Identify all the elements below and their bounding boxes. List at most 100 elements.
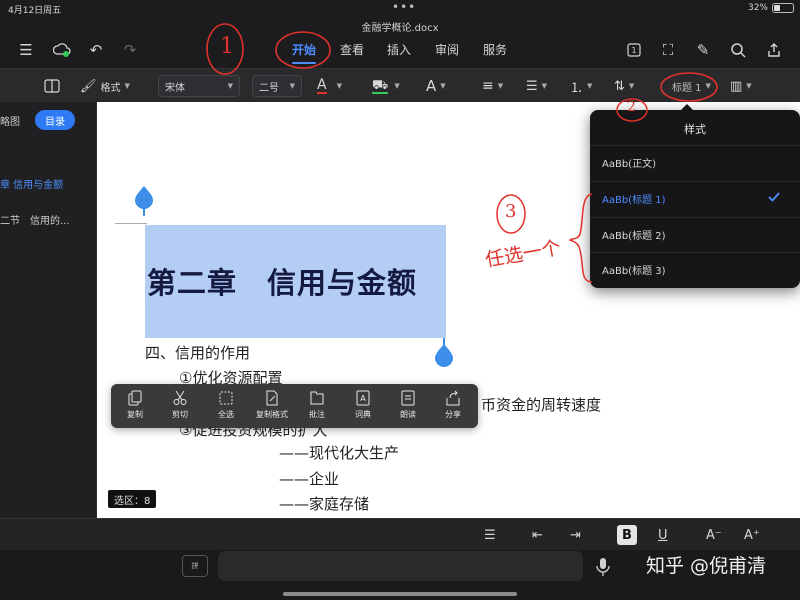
- search-icon[interactable]: [728, 40, 748, 60]
- numbered-list-button[interactable]: ⒈ ▼: [570, 75, 592, 97]
- decrease-font-icon[interactable]: A⁻: [706, 525, 722, 545]
- ctx-dictionary-label: 词典: [355, 410, 371, 419]
- ctx-select-all-label: 全选: [218, 410, 234, 419]
- ctx-share[interactable]: 分享: [433, 390, 473, 420]
- bold-button[interactable]: B: [617, 525, 637, 545]
- format-painter-button[interactable]: 🖌 格式 ▼: [80, 75, 130, 97]
- microphone-icon[interactable]: [595, 557, 611, 577]
- window-dots-icon[interactable]: •••: [392, 0, 416, 14]
- menu-bar: ☰ ↶ ↷ 开始 查看 插入 审阅 服务 1 ⛶ ✎: [0, 32, 800, 68]
- ctx-select-all[interactable]: 全选: [206, 390, 246, 420]
- read-aloud-icon: [401, 390, 415, 406]
- ctx-read-aloud[interactable]: 朗读: [388, 390, 428, 420]
- chevron-down-icon: ▼: [497, 82, 504, 90]
- page-view-icon[interactable]: 1: [624, 40, 644, 60]
- undo-icon[interactable]: ↶: [86, 40, 106, 60]
- style-option-label: AaBb(标题 1): [602, 195, 666, 206]
- chevron-down-icon: ▼: [289, 82, 295, 90]
- battery-percent: 32%: [747, 3, 768, 13]
- cloud-sync-icon[interactable]: [52, 40, 72, 60]
- toc-item-section[interactable]: 二节 信用的...: [0, 212, 70, 227]
- chevron-down-icon: ▼: [705, 82, 711, 90]
- tab-start[interactable]: 开始: [292, 41, 317, 64]
- tab-toc[interactable]: 目录: [35, 110, 75, 130]
- selected-heading[interactable]: 第二章 信用与金额: [145, 225, 446, 338]
- pen-icon[interactable]: ✎: [693, 40, 713, 60]
- heading-style-value: 标题 1: [672, 82, 702, 94]
- underline-button[interactable]: U: [658, 525, 668, 545]
- chevron-down-icon: ▼: [440, 82, 446, 90]
- ctx-cut[interactable]: 剪切: [160, 390, 200, 420]
- battery-indicator: 32%: [748, 3, 794, 13]
- style-option-heading-2[interactable]: AaBb(标题 2): [590, 217, 800, 251]
- line-spacing-icon: ⇅: [614, 78, 625, 94]
- keyboard-switch-button[interactable]: 拼: [182, 555, 208, 577]
- svg-text:A: A: [360, 394, 366, 403]
- heading-style-select[interactable]: 标题 1 ▼: [672, 75, 711, 97]
- tab-services[interactable]: 服务: [483, 41, 507, 58]
- chevron-down-icon: ▼: [587, 82, 593, 90]
- tab-review[interactable]: 审阅: [435, 41, 459, 58]
- ctx-copy-format[interactable]: 复制格式: [252, 390, 292, 420]
- bullet-list-button[interactable]: ☰ ▼: [526, 75, 547, 97]
- highlighter-icon: ⛟: [372, 77, 389, 94]
- list-icon[interactable]: ☰: [484, 525, 496, 545]
- toc-item-chapter[interactable]: 章 信用与金额: [0, 176, 63, 191]
- font-color-button[interactable]: A ▼: [317, 75, 342, 97]
- battery-icon: [772, 3, 794, 13]
- ctx-copy-label: 复制: [127, 410, 143, 419]
- style-option-heading-3[interactable]: AaBb(标题 3): [590, 252, 800, 286]
- ctx-copy[interactable]: 复制: [115, 390, 155, 420]
- copy-format-icon: [266, 390, 278, 406]
- sidebar: 略图 目录 章 信用与金额 二节 信用的...: [0, 102, 97, 518]
- font-size-select[interactable]: 二号 ▼: [252, 75, 302, 97]
- chevron-down-icon: ▼: [394, 82, 400, 90]
- line-spacing-button[interactable]: ⇅ ▼: [614, 75, 634, 97]
- selection-guide-line: [115, 223, 147, 224]
- font-family-select[interactable]: 宋体 ▼: [158, 75, 240, 97]
- editing-bar: ☰ ⇤ ⇥ B U A⁻ A⁺: [0, 518, 800, 550]
- keyboard-input-field[interactable]: [218, 551, 583, 581]
- numbered-list-icon: ⒈: [570, 80, 584, 96]
- columns-button[interactable]: ▥ ▼: [730, 75, 752, 97]
- style-option-label: AaBb(正文): [602, 159, 656, 170]
- selection-start-handle[interactable]: [135, 186, 153, 216]
- indent-icon[interactable]: ⇥: [570, 525, 581, 545]
- checkmark-icon: [768, 192, 780, 202]
- copy-icon: [128, 390, 142, 406]
- watermark: 知乎 @倪甫清: [646, 555, 767, 577]
- share-icon[interactable]: [764, 40, 784, 60]
- text-effects-button[interactable]: A ▼: [426, 75, 446, 97]
- align-button[interactable]: ≡ ▼: [482, 75, 503, 97]
- ctx-dictionary[interactable]: A 词典: [343, 390, 383, 420]
- highlight-color-button[interactable]: ⛟ ▼: [372, 75, 400, 97]
- doc-line-6: ——企业: [279, 470, 340, 488]
- format-label: 格式: [100, 82, 121, 94]
- style-option-heading-1[interactable]: AaBb(标题 1): [590, 181, 800, 215]
- redo-icon[interactable]: ↷: [120, 40, 140, 60]
- bullet-list-icon: ☰: [526, 78, 538, 94]
- chevron-down-icon: ▼: [541, 82, 548, 90]
- book-icon[interactable]: [44, 75, 60, 97]
- selection-end-handle[interactable]: [435, 338, 453, 368]
- style-option-body[interactable]: AaBb(正文): [590, 145, 800, 179]
- outdent-icon[interactable]: ⇤: [532, 525, 543, 545]
- tab-view[interactable]: 查看: [340, 41, 364, 58]
- fullscreen-icon[interactable]: ⛶: [658, 40, 678, 60]
- font-family-value: 宋体: [165, 82, 185, 94]
- menu-icon[interactable]: ☰: [16, 40, 36, 60]
- styles-popover-title: 样式: [684, 123, 706, 136]
- increase-font-icon[interactable]: A⁺: [744, 525, 760, 545]
- align-icon: ≡: [482, 78, 494, 94]
- tab-outline[interactable]: 略图: [0, 110, 20, 130]
- ctx-read-aloud-label: 朗读: [400, 410, 416, 419]
- ctx-share-label: 分享: [445, 410, 461, 419]
- dictionary-icon: A: [356, 390, 370, 406]
- chevron-down-icon: ▼: [628, 82, 635, 90]
- select-all-icon: [219, 391, 233, 405]
- chevron-down-icon: ▼: [746, 82, 752, 90]
- ctx-comment[interactable]: 批注: [297, 390, 337, 420]
- svg-text:1: 1: [631, 46, 636, 55]
- tab-insert[interactable]: 插入: [387, 41, 411, 58]
- ctx-cut-label: 剪切: [172, 410, 188, 419]
